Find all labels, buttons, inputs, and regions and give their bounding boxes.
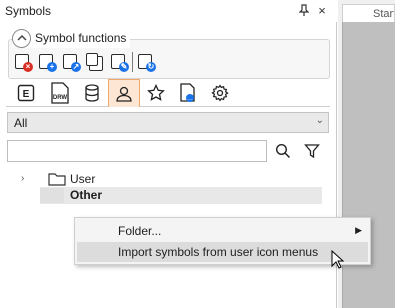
gear-icon[interactable] [204, 79, 236, 106]
user-icon[interactable] [108, 79, 140, 107]
document-tab-label: Start [373, 8, 395, 20]
search-icon[interactable] [272, 141, 294, 161]
expand-chevron-icon[interactable]: › [21, 171, 31, 185]
document-icon[interactable]: … [172, 79, 204, 106]
symbol-functions-label: Symbol functions [35, 31, 127, 45]
menu-item-import-symbols[interactable]: Import symbols from user icon menus [77, 242, 368, 262]
panel-titlebar: Symbols × [0, 0, 337, 22]
symbol-functions-header[interactable]: Symbol functions [12, 28, 131, 48]
place-symbol-icon[interactable]: ↗ [62, 53, 81, 72]
refresh-symbol-icon[interactable]: ↻ [137, 53, 156, 72]
panel-title: Symbols [5, 4, 52, 18]
tree-item-user[interactable]: User [70, 172, 95, 186]
svg-text:DRW: DRW [53, 95, 68, 101]
menu-item-folder-label: Folder... [118, 224, 162, 238]
folder-placeholder [40, 188, 64, 203]
pin-icon[interactable] [297, 3, 311, 17]
close-icon[interactable]: × [315, 3, 329, 18]
svg-text:…: … [187, 96, 193, 102]
toolbar-separator [132, 52, 133, 72]
new-symbol-icon[interactable]: + [38, 53, 57, 72]
context-menu: Folder... ▶ Import symbols from user ico… [74, 217, 371, 265]
tab-drawing[interactable]: DRW [44, 79, 76, 106]
collapse-chevron-icon[interactable] [12, 28, 31, 48]
edit-symbol-icon[interactable]: ✎ [110, 53, 129, 72]
menu-item-import-label: Import symbols from user icon menus [118, 245, 319, 259]
chevron-down-icon: ⌄ [315, 115, 324, 126]
database-icon[interactable] [76, 79, 108, 106]
svg-text:E: E [23, 89, 30, 100]
delete-symbol-icon[interactable]: × [14, 53, 33, 72]
submenu-arrow-icon: ▶ [355, 225, 362, 235]
menu-item-folder[interactable]: Folder... ▶ [77, 221, 368, 241]
star-icon[interactable] [140, 79, 172, 106]
mouse-cursor-icon [331, 249, 345, 270]
filter-icon[interactable] [301, 141, 323, 161]
symbol-tabs: E DRW … [6, 79, 330, 107]
copy-symbol-icon[interactable] [86, 53, 104, 71]
category-dropdown[interactable]: All ⌄ [7, 112, 329, 133]
dropdown-value: All [14, 116, 28, 130]
document-tab[interactable]: Start [342, 4, 395, 22]
symbol-function-toolbar: × + ↗ ✎ ↻ [14, 51, 156, 73]
folder-icon [48, 172, 66, 186]
search-input[interactable] [7, 140, 267, 162]
tab-electrical[interactable]: E [10, 79, 42, 106]
tree-item-other[interactable]: Other [70, 188, 102, 202]
document-canvas[interactable] [342, 22, 395, 308]
